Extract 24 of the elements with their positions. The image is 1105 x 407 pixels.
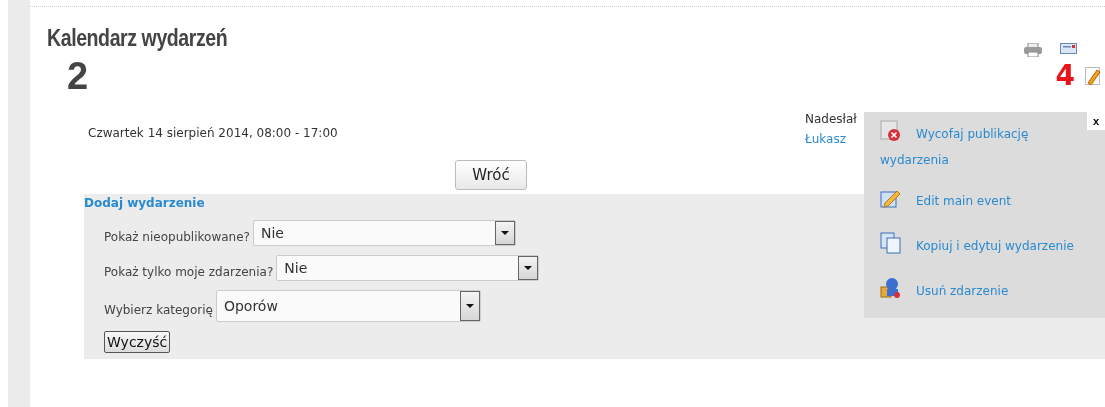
clear-button[interactable]: Wyczyść bbox=[104, 331, 171, 353]
dropdown[interactable]: Nie bbox=[252, 220, 516, 246]
field-label: Wybierz kategorię bbox=[104, 303, 213, 317]
document-x-icon bbox=[880, 120, 902, 142]
dropdown-arrow-icon bbox=[524, 266, 533, 270]
delete-user-icon bbox=[880, 277, 902, 299]
event-date: Czwartek 14 sierpień 2014, 08:00 - 17:00 bbox=[88, 126, 338, 142]
field-label: Pokaż tylko moje zdarzenia? bbox=[104, 265, 274, 279]
dropdown[interactable]: Oporów bbox=[215, 290, 481, 322]
dropdown[interactable]: Nie bbox=[276, 255, 540, 281]
author-link[interactable]: Łukasz bbox=[805, 132, 846, 146]
event-title: 2 bbox=[67, 57, 89, 95]
field-label: Pokaż nieopublikowane? bbox=[104, 230, 250, 244]
dropdown-arrow-icon bbox=[465, 304, 474, 308]
back-button[interactable]: Wróć bbox=[455, 160, 527, 190]
close-button[interactable]: x bbox=[1087, 112, 1105, 130]
pencil-icon[interactable] bbox=[1085, 66, 1101, 85]
page-title: Kalendarz wydarzeń bbox=[47, 25, 228, 52]
annotation-number: 4 bbox=[1055, 59, 1075, 92]
author-label: Nadesłał bbox=[805, 112, 857, 126]
print-icon[interactable] bbox=[1024, 43, 1042, 57]
dropdown-arrow-icon bbox=[500, 231, 509, 235]
copy-icon bbox=[880, 232, 902, 254]
email-icon[interactable] bbox=[1060, 43, 1077, 54]
